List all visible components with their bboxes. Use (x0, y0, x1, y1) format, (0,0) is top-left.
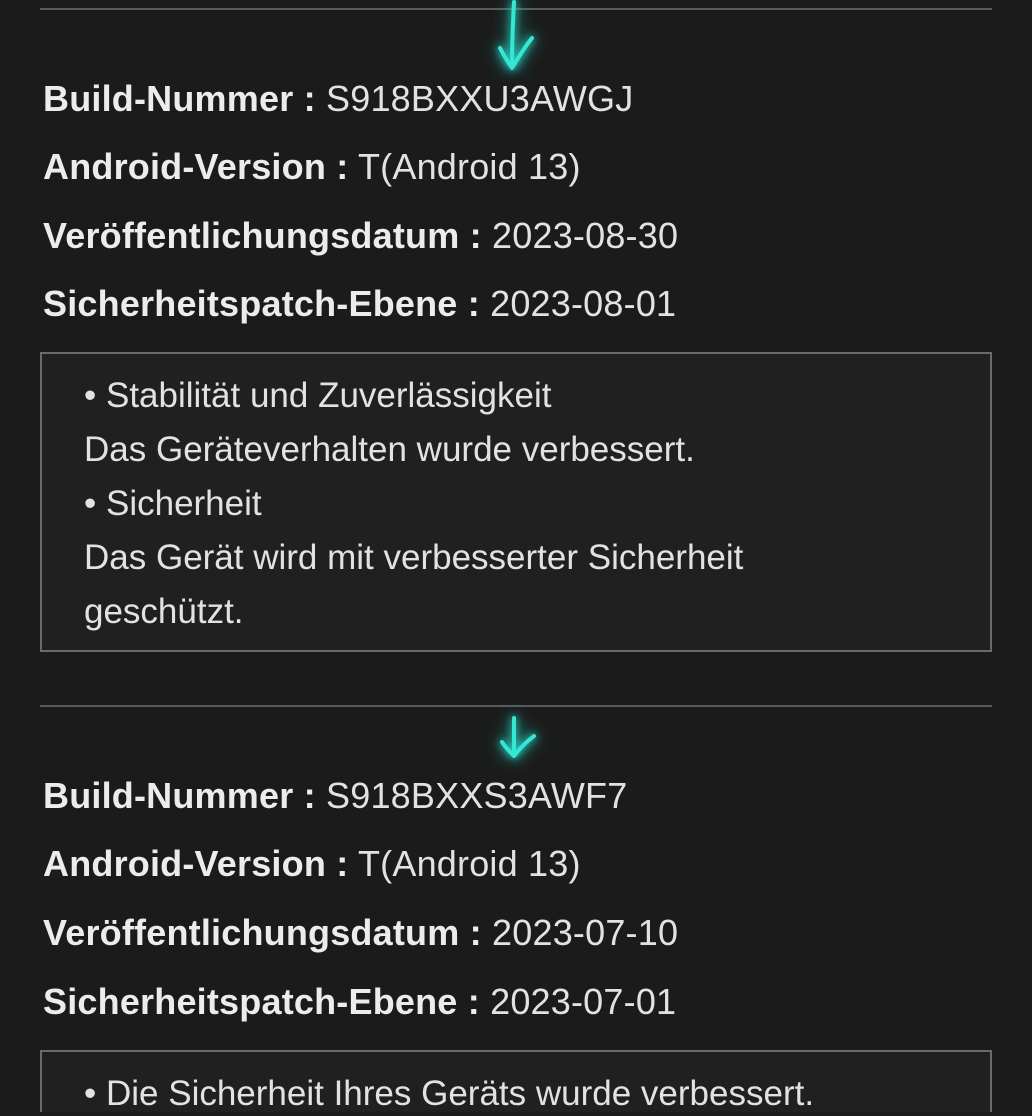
security-patch-row: Sicherheitspatch-Ebene : 2023-07-01 (43, 980, 676, 1024)
android-version-value: T(Android 13) (357, 146, 581, 187)
build-number-value: S918BXXS3AWF7 (326, 775, 628, 816)
entry-divider (40, 705, 992, 707)
android-version-value: T(Android 13) (357, 843, 581, 884)
release-note-line: • Sicherheit (84, 484, 262, 523)
security-patch-value: 2023-08-01 (490, 283, 677, 324)
build-number-label: Build-Nummer : (43, 78, 316, 119)
android-version-label: Android-Version : (43, 146, 349, 187)
release-notes-box: • Stabilität und Zuverlässigkeit Das Ger… (40, 352, 992, 652)
release-note-line: geschützt. (84, 592, 244, 631)
down-arrow-annotation-icon (498, 0, 534, 70)
release-note-line: Das Gerät wird mit verbesserter Sicherhe… (84, 538, 744, 577)
android-version-label: Android-Version : (43, 843, 349, 884)
release-date-value: 2023-07-10 (492, 912, 679, 953)
release-date-label: Veröffentlichungsdatum : (43, 912, 482, 953)
release-note-line: • Stabilität und Zuverlässigkeit (84, 376, 552, 415)
build-number-label: Build-Nummer : (43, 775, 316, 816)
build-number-row: Build-Nummer : S918BXXS3AWF7 (43, 774, 627, 818)
android-version-row: Android-Version : T(Android 13) (43, 842, 581, 886)
security-patch-value: 2023-07-01 (490, 981, 677, 1022)
release-date-label: Veröffentlichungsdatum : (43, 215, 482, 256)
security-patch-label: Sicherheitspatch-Ebene : (43, 283, 480, 324)
release-date-value: 2023-08-30 (492, 215, 679, 256)
release-note-line: Das Geräteverhalten wurde verbessert. (84, 430, 695, 469)
release-notes-box: • Die Sicherheit Ihres Geräts wurde verb… (40, 1050, 992, 1113)
release-note-line: • Die Sicherheit Ihres Geräts wurde verb… (84, 1074, 815, 1113)
android-version-row: Android-Version : T(Android 13) (43, 145, 581, 189)
release-date-row: Veröffentlichungsdatum : 2023-07-10 (43, 911, 678, 955)
build-number-row: Build-Nummer : S918BXXU3AWGJ (43, 77, 633, 121)
build-number-value: S918BXXU3AWGJ (326, 78, 634, 119)
down-arrow-annotation-icon (500, 716, 536, 758)
security-patch-row: Sicherheitspatch-Ebene : 2023-08-01 (43, 282, 676, 326)
security-patch-label: Sicherheitspatch-Ebene : (43, 981, 480, 1022)
release-date-row: Veröffentlichungsdatum : 2023-08-30 (43, 214, 678, 258)
